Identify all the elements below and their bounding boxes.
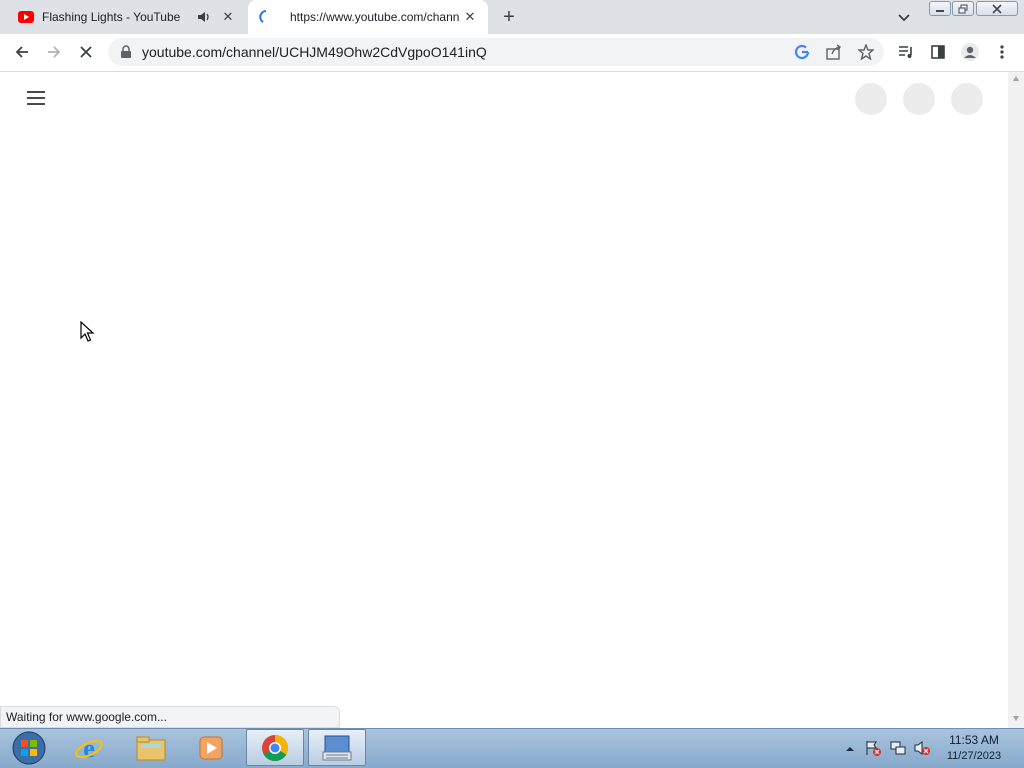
volume-muted-icon[interactable]	[913, 739, 931, 757]
browser-menu-icon[interactable]	[990, 40, 1014, 64]
loading-placeholder-circle	[951, 83, 983, 115]
vertical-scrollbar[interactable]	[1008, 72, 1024, 728]
media-player-icon[interactable]	[182, 729, 240, 766]
restore-button[interactable]	[952, 1, 974, 16]
tab-search-chevron-icon[interactable]	[896, 9, 912, 25]
start-orb-icon[interactable]	[0, 729, 58, 766]
tab-flashing-lights[interactable]: Flashing Lights - YouTube ✕	[8, 0, 246, 34]
clock-time: 11:53 AM	[949, 733, 999, 747]
profile-avatar-icon[interactable]	[958, 40, 982, 64]
loading-spinner-icon	[258, 9, 274, 25]
stop-loading-icon[interactable]	[74, 40, 98, 64]
forward-icon[interactable]	[42, 40, 66, 64]
clock-date: 11/27/2023	[946, 750, 1002, 762]
on-screen-keyboard-icon[interactable]	[308, 729, 366, 766]
tab-youtube-channel[interactable]: https://www.youtube.com/chann ✕	[248, 0, 488, 34]
status-bubble: Waiting for www.google.com...	[0, 706, 340, 728]
system-clock[interactable]: 11:53 AM 11/27/2023	[932, 733, 1016, 762]
speaker-icon[interactable]	[196, 9, 212, 25]
loading-placeholder-circle	[903, 83, 935, 115]
hamburger-menu-icon[interactable]	[26, 90, 46, 106]
loading-placeholder-circle	[855, 83, 887, 115]
close-tab-icon[interactable]: ✕	[220, 9, 236, 25]
action-center-flag-icon[interactable]	[864, 739, 882, 757]
page-content	[0, 72, 1008, 728]
tab-title: Flashing Lights - YouTube	[42, 10, 181, 24]
tab-title: https://www.youtube.com/chann	[290, 10, 460, 24]
minimize-button[interactable]	[929, 1, 951, 16]
svg-text:e: e	[83, 734, 95, 763]
share-icon[interactable]	[822, 40, 846, 64]
close-tab-icon[interactable]: ✕	[462, 9, 478, 25]
close-window-button[interactable]	[976, 1, 1018, 16]
mouse-pointer-icon	[80, 320, 96, 348]
bookmark-star-icon[interactable]	[854, 40, 878, 64]
youtube-icon	[18, 9, 34, 25]
new-tab-button[interactable]: +	[499, 7, 519, 27]
network-icon[interactable]	[889, 739, 907, 757]
url-text[interactable]: youtube.com/channel/UCHJM49Ohw2CdVgpoO14…	[142, 44, 487, 60]
show-hidden-icons-icon[interactable]	[844, 742, 856, 754]
file-explorer-icon[interactable]	[122, 729, 180, 766]
internet-explorer-icon[interactable]: e	[60, 729, 118, 766]
back-icon[interactable]	[10, 40, 34, 64]
lock-icon[interactable]	[114, 40, 138, 64]
google-lens-icon[interactable]	[790, 40, 814, 64]
chrome-icon[interactable]	[246, 729, 304, 766]
side-panel-icon[interactable]	[926, 40, 950, 64]
media-controls-icon[interactable]	[894, 40, 918, 64]
